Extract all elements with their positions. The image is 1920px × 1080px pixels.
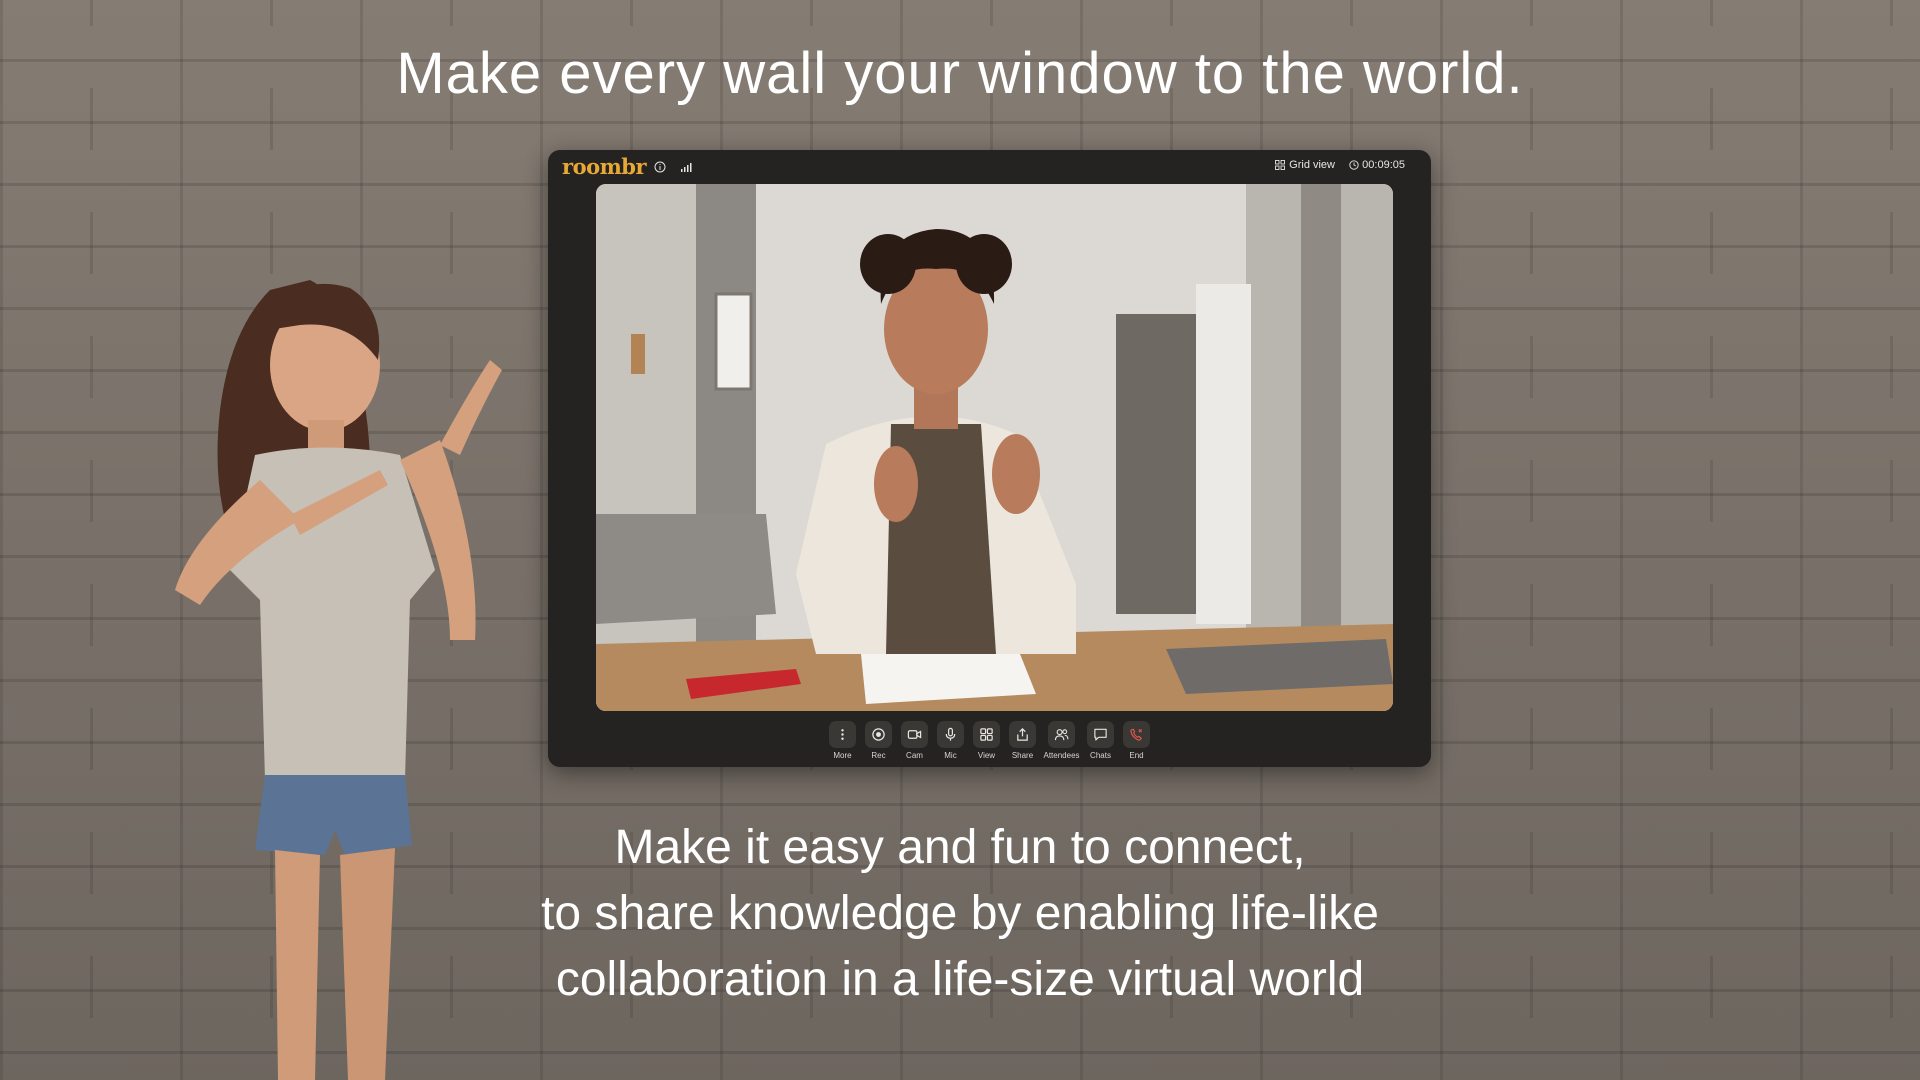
call-top-bar: roombr Grid view 00:09:05 <box>548 150 1431 184</box>
grid-icon <box>980 728 993 741</box>
attendees-button[interactable]: Attendees <box>1043 721 1080 767</box>
more-vertical-icon <box>841 729 844 740</box>
microphone-icon <box>945 727 956 741</box>
record-icon <box>872 728 885 741</box>
tagline-line-1: Make it easy and fun to connect, <box>614 821 1306 874</box>
end-call-icon <box>1130 728 1143 741</box>
grid-view-label: Grid view <box>1289 159 1335 171</box>
microphone-label: Mic <box>944 751 957 760</box>
info-icon[interactable] <box>654 161 666 173</box>
call-timer: 00:09:05 <box>1349 159 1405 171</box>
share-icon <box>1017 728 1028 741</box>
view-button[interactable]: View <box>972 721 1002 767</box>
chats-button[interactable]: Chats <box>1086 721 1116 767</box>
clock-icon <box>1349 160 1359 170</box>
end-call-label: End <box>1129 751 1144 760</box>
view-label: View <box>977 751 996 760</box>
call-controls-bar: More Rec Cam Mic View Share Attendees Ch… <box>548 721 1431 767</box>
grid-view-button[interactable]: Grid view <box>1275 159 1335 171</box>
microphone-button[interactable]: Mic <box>936 721 966 767</box>
tagline: Make it easy and fun to connect, to shar… <box>0 815 1920 1013</box>
more-button[interactable]: More <box>828 721 858 767</box>
headline: Make every wall your window to the world… <box>396 41 1524 106</box>
grid-icon <box>1275 160 1286 170</box>
share-label: Share <box>1011 751 1034 760</box>
call-timer-value: 00:09:05 <box>1362 159 1405 171</box>
camera-label: Cam <box>906 751 923 760</box>
signal-strength-icon <box>681 163 692 172</box>
chat-icon <box>1094 728 1107 741</box>
attendees-label: Attendees <box>1043 751 1080 760</box>
more-label: More <box>833 751 852 760</box>
end-call-button[interactable]: End <box>1122 721 1152 767</box>
tagline-line-3: collaboration in a life-size virtual wor… <box>555 953 1365 1006</box>
record-button[interactable]: Rec <box>864 721 894 767</box>
share-button[interactable]: Share <box>1008 721 1038 767</box>
chats-label: Chats <box>1090 751 1111 760</box>
camera-icon <box>907 730 922 739</box>
participant-video-feed <box>596 184 1393 711</box>
attendees-icon <box>1054 729 1069 741</box>
record-label: Rec <box>871 751 886 760</box>
roombr-logo: roombr <box>562 154 647 179</box>
video-call-window: roombr Grid view 00:09:05 More Rec Cam M… <box>548 150 1431 767</box>
tagline-line-2: to share knowledge by enabling life-like <box>541 887 1379 940</box>
camera-button[interactable]: Cam <box>900 721 930 767</box>
